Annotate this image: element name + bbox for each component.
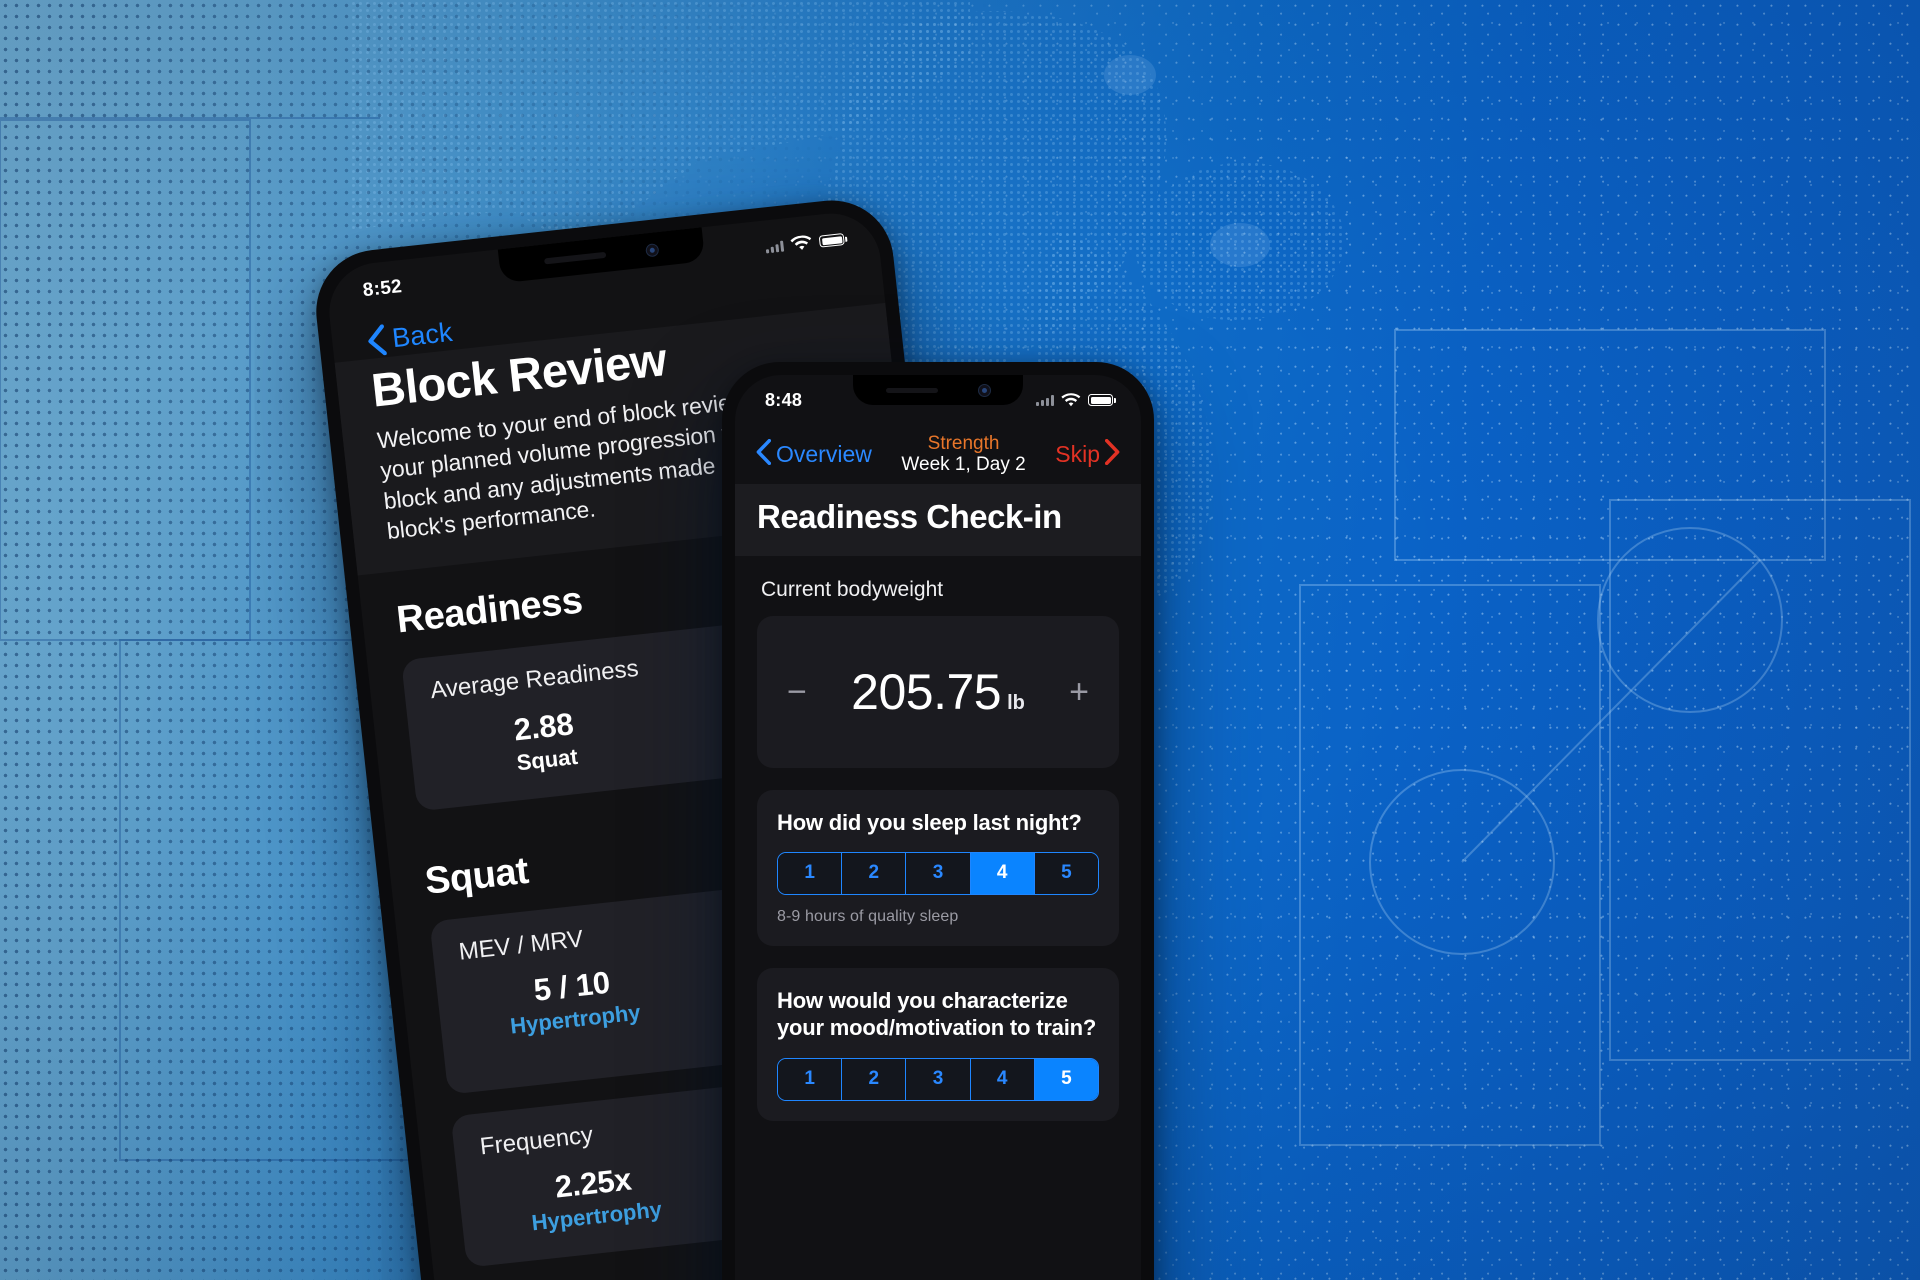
front-camera-icon [977,383,991,397]
wifi-icon [790,235,812,250]
decrement-button[interactable]: − [787,675,807,709]
metric-value: 2.88 [512,706,576,748]
week-day-label: Week 1, Day 2 [901,454,1026,476]
question-sleep: How did you sleep last night? 1 2 3 4 5 … [757,789,1119,947]
sleep-rating-option-5[interactable]: 5 [1034,853,1098,895]
earpiece-speaker [544,251,607,265]
sleep-rating-option-4[interactable]: 4 [970,853,1035,895]
mood-rating-segmented-control[interactable]: 1 2 3 4 5 [777,1058,1099,1102]
status-time: 8:52 [361,276,404,302]
metric-value: 5 / 10 [531,965,612,1009]
phone-readiness-checkin: 8:48 Overview Strength Week 1, Day 2 Ski… [722,362,1154,1280]
sleep-help-text: 8-9 hours of quality sleep [777,908,959,926]
question-text: How would you characterize your mood/mot… [777,988,1097,1041]
increment-button[interactable]: + [1069,675,1089,709]
metric-hypertrophy: 5 / 10 Hypertrophy [462,960,687,1069]
bodyweight-label: Current bodyweight [761,577,944,601]
page-title: Readiness Check-in [735,483,1141,556]
status-time: 8:48 [765,389,803,410]
program-name: Strength [927,433,1000,454]
battery-icon [818,233,845,248]
metric-squat: 2.88 Squat [434,698,657,785]
wifi-icon [1061,392,1081,406]
front-screen-content: Overview Strength Week 1, Day 2 Skip Rea… [735,375,1141,1280]
overview-label: Overview [776,440,872,467]
skip-button[interactable]: Skip [1055,438,1121,470]
battery-icon [1088,394,1116,406]
overview-back-button[interactable]: Overview [755,438,872,470]
chevron-right-icon [1104,438,1121,470]
sleep-rating-option-1[interactable]: 1 [778,853,843,895]
sleep-rating-option-2[interactable]: 2 [842,853,907,895]
navigation-bar: Overview Strength Week 1, Day 2 Skip [735,419,1141,484]
sleep-rating-segmented-control[interactable]: 1 2 3 4 5 [777,852,1099,896]
signal-icon [765,240,785,253]
question-text: How did you sleep last night? [777,809,1082,835]
earpiece-speaker [885,387,938,393]
metric-hypertrophy: 2.25x Hypertrophy [483,1154,706,1241]
mood-rating-option-3[interactable]: 3 [906,1059,971,1101]
mood-rating-option-5[interactable]: 5 [1034,1059,1098,1101]
workout-context: Strength Week 1, Day 2 [901,433,1025,476]
mood-rating-option-4[interactable]: 4 [970,1059,1035,1101]
question-mood: How would you characterize your mood/mot… [757,968,1119,1122]
metric-value: 2.25x [553,1162,634,1206]
mood-rating-option-1[interactable]: 1 [778,1059,843,1101]
bodyweight-value[interactable]: 205.75 [851,663,1001,721]
chevron-left-icon [755,438,772,470]
bodyweight-unit: lb [1007,691,1025,714]
bodyweight-value-group[interactable]: 205.75 lb [851,663,1025,721]
skip-label: Skip [1055,440,1100,467]
mood-rating-option-2[interactable]: 2 [842,1059,907,1101]
front-phone-screen: 8:48 Overview Strength Week 1, Day 2 Ski… [735,375,1141,1280]
back-button-label: Back [390,316,454,354]
sleep-rating-option-3[interactable]: 3 [906,853,971,895]
chevron-left-icon [365,324,387,357]
checkin-form: Current bodyweight − 205.75 lb + How did… [735,556,1141,1131]
signal-icon [1036,394,1054,406]
bodyweight-stepper[interactable]: − 205.75 lb + [757,615,1119,768]
notch [853,375,1023,405]
front-camera-icon [645,242,660,257]
